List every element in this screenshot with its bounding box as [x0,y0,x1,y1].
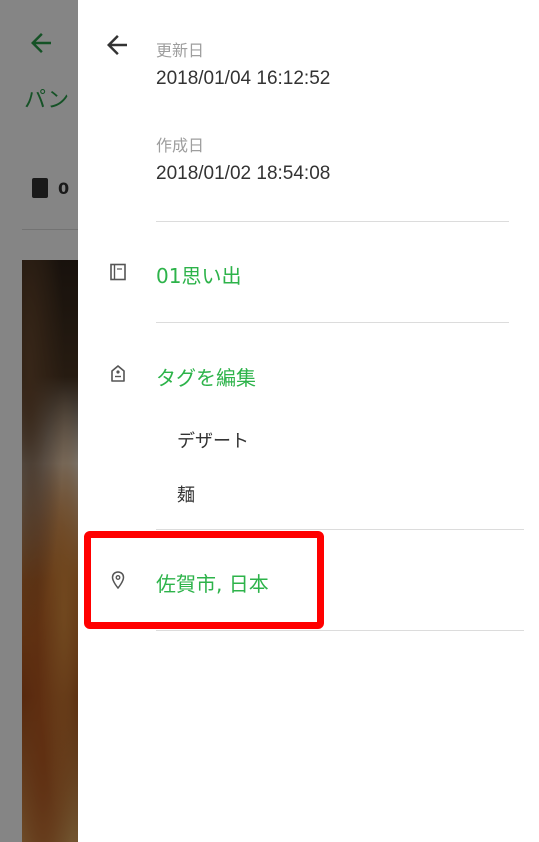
updated-label: 更新日 [156,41,205,60]
divider [156,221,509,222]
divider [156,322,509,323]
divider [156,529,524,530]
created-value: 2018/01/02 18:54:08 [156,163,331,184]
location-highlight-box [84,531,324,629]
edit-tags-link[interactable]: タグを編集 [156,362,256,391]
tag-item[interactable]: 麺 [177,481,195,507]
tag-icon [111,365,125,382]
notebook-link[interactable]: 01思い出 [156,260,241,289]
divider [156,630,524,631]
back-arrow-icon[interactable] [102,30,132,60]
created-label: 作成日 [156,136,205,155]
notebook-icon [110,263,126,281]
tag-item[interactable]: デザート [177,427,249,453]
updated-value: 2018/01/04 16:12:52 [156,68,331,89]
note-info-drawer: 更新日 2018/01/04 16:12:52 作成日 2018/01/02 1… [78,0,539,842]
